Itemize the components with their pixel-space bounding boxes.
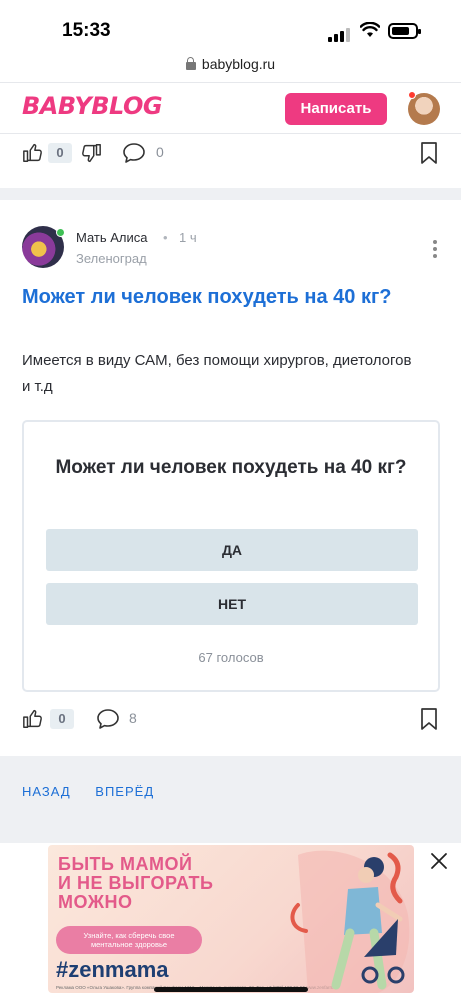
like-count: 0 <box>50 709 74 729</box>
page: 15:33 babyblog.ru BABYBLOG Написать 0 0 … <box>0 0 461 1000</box>
poll-question: Может ли человек похудеть на 40 кг? <box>55 457 407 478</box>
ad-subtext: Узнайте, как сберечь свое ментальное здо… <box>56 926 202 954</box>
comment-icon[interactable] <box>96 708 120 730</box>
forward-link[interactable]: ВПЕРЁД <box>95 784 154 799</box>
mother-with-stroller-illustration <box>290 850 410 993</box>
site-header: BABYBLOG Написать <box>0 82 461 134</box>
online-indicator <box>56 228 65 237</box>
ad-headline-line: И НЕ ВЫГОРАТЬ <box>58 873 214 893</box>
write-button[interactable]: Написать <box>285 93 387 125</box>
home-indicator <box>154 987 308 992</box>
poll-option-yes[interactable]: ДА <box>46 529 418 571</box>
poll-option-no[interactable]: НЕТ <box>46 583 418 625</box>
thumbs-up-icon[interactable] <box>22 708 44 730</box>
post-title[interactable]: Может ли человек похудеть на 40 кг? <box>22 284 432 310</box>
poll-votes: 67 голосов <box>198 650 264 665</box>
ad-headline-line: МОЖНО <box>58 892 133 912</box>
more-icon[interactable] <box>432 240 438 260</box>
wifi-icon <box>360 22 380 37</box>
notification-dot <box>408 91 416 99</box>
like-count: 0 <box>48 143 72 163</box>
poll: Может ли человек похудеть на 40 кг? ДА Н… <box>22 420 440 692</box>
bookmark-icon[interactable] <box>420 707 438 731</box>
url-bar[interactable]: babyblog.ru <box>0 50 461 82</box>
ad-headline: БЫТЬ МАМОЙ И НЕ ВЫГОРАТЬ МОЖНО <box>58 855 214 912</box>
thumbs-up-icon[interactable] <box>22 142 44 164</box>
battery-icon <box>388 23 421 39</box>
pager-nav: НАЗАД ВПЕРЁД <box>22 784 174 799</box>
close-icon[interactable] <box>430 852 448 870</box>
meta-separator: • <box>163 230 168 245</box>
author-name[interactable]: Мать Алиса <box>76 230 148 245</box>
comment-count: 8 <box>129 710 137 726</box>
ad-banner[interactable]: БЫТЬ МАМОЙ И НЕ ВЫГОРАТЬ МОЖНО Узнайте, … <box>48 845 414 993</box>
post-card: Мать Алиса • 1 ч Зеленоград Может ли чел… <box>0 200 461 756</box>
back-link[interactable]: НАЗАД <box>22 784 71 799</box>
ad-overlay: БЫТЬ МАМОЙ И НЕ ВЫГОРАТЬ МОЖНО Узнайте, … <box>0 843 461 1000</box>
signal-icon <box>328 24 352 42</box>
site-logo[interactable]: BABYBLOG <box>22 92 163 120</box>
comment-icon[interactable] <box>122 142 146 164</box>
ad-hashtag: #zenmama <box>56 957 169 982</box>
thumbs-down-icon[interactable] <box>80 142 102 164</box>
comment-count: 0 <box>156 144 164 160</box>
status-time: 15:33 <box>62 20 111 41</box>
ad-headline-line: БЫТЬ МАМОЙ <box>58 854 193 874</box>
url-text: babyblog.ru <box>201 56 276 72</box>
bookmark-icon[interactable] <box>420 141 438 165</box>
post-body: Имеется в виду САМ, без помощи хирургов,… <box>22 352 412 395</box>
status-bar: 15:33 <box>0 0 461 50</box>
lock-icon <box>185 56 196 70</box>
previous-post-card: 0 0 <box>0 134 461 188</box>
author-city: Зеленоград <box>76 251 147 266</box>
post-time: 1 ч <box>179 230 197 245</box>
